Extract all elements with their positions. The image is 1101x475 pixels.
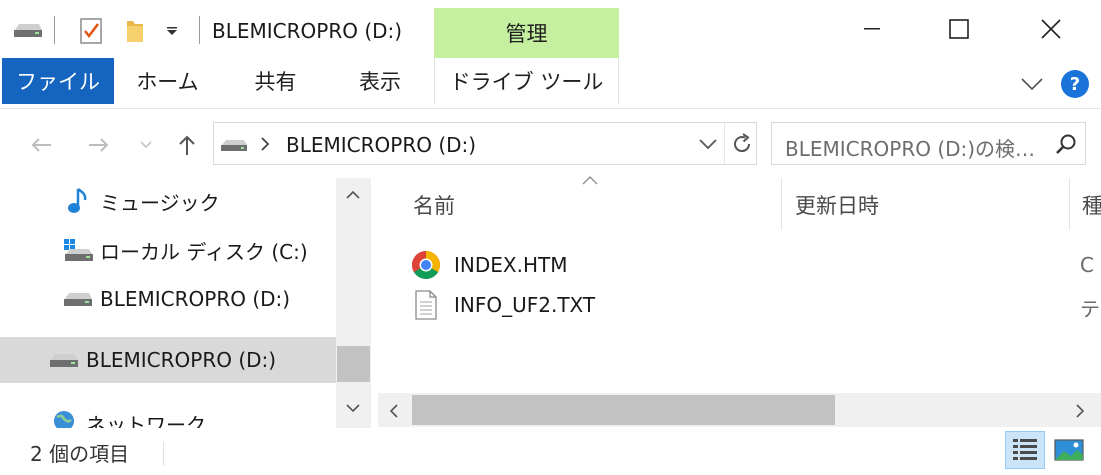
maximize-button[interactable] (913, 0, 1005, 58)
quick-access-separator (54, 16, 55, 44)
scrollbar-thumb[interactable] (337, 346, 370, 382)
expand-ribbon-button[interactable] (1016, 70, 1048, 98)
up-button[interactable] (174, 128, 200, 162)
chrome-icon (408, 248, 444, 282)
column-separator[interactable] (1069, 178, 1070, 230)
nav-item-label: ミュージック (100, 190, 220, 215)
arrow-up-icon (179, 135, 195, 155)
nav-item-network[interactable]: ネットワーク (0, 400, 336, 428)
folder-icon[interactable] (119, 16, 149, 46)
file-type-cell: C (1080, 253, 1094, 277)
navigation-pane: ミュージック ローカル ディスク (C:) BLEMICROPRO (D:) B… (0, 178, 372, 428)
title-separator (199, 16, 200, 44)
status-item-count: 2 個の項目 (30, 442, 130, 466)
file-name: INFO_UF2.TXT (454, 293, 596, 317)
drive-icon (62, 284, 94, 314)
address-divider (724, 123, 725, 164)
column-header-modified[interactable]: 更新日時 (795, 178, 1067, 232)
minimize-icon (864, 28, 880, 30)
tab-drive-tools[interactable]: ドライブ ツール (434, 58, 619, 104)
tab-manage[interactable]: 管理 (434, 8, 619, 58)
properties-check-icon[interactable] (76, 16, 106, 46)
maximize-icon (949, 19, 969, 39)
refresh-icon[interactable] (730, 132, 754, 156)
window-title: BLEMICROPRO (D:) (212, 19, 403, 43)
help-button[interactable]: ? (1061, 70, 1089, 98)
nav-item-label: ネットワーク (86, 412, 206, 429)
large-icons-view-button[interactable] (1049, 431, 1089, 469)
scrollbar-thumb[interactable] (412, 395, 835, 425)
drive-icon (48, 345, 80, 375)
tab-file[interactable]: ファイル (2, 58, 114, 104)
music-note-icon (62, 186, 94, 216)
column-header-name[interactable]: 名前 (413, 178, 779, 232)
ribbon-divider (0, 108, 1101, 109)
details-view-button[interactable] (1005, 431, 1045, 469)
drive-icon[interactable] (12, 16, 44, 44)
scroll-down-icon[interactable] (346, 404, 360, 413)
breadcrumb[interactable]: BLEMICROPRO (D:) (286, 133, 476, 157)
tab-share[interactable]: 共有 (238, 58, 313, 104)
address-history-chevron-icon[interactable] (699, 138, 717, 150)
text-file-icon (408, 288, 444, 322)
nav-item-music[interactable]: ミュージック (0, 178, 336, 224)
file-name: INDEX.HTM (454, 253, 568, 277)
navigation-scrollbar[interactable] (336, 178, 371, 428)
column-header-type[interactable]: 種 (1082, 178, 1101, 232)
file-row-info-uf2-txt[interactable]: INFO_UF2.TXT (408, 285, 1068, 325)
nav-item-blemicropro-d-selected[interactable]: BLEMICROPRO (D:) (0, 337, 336, 383)
ribbon-tabs: ファイル ホーム 共有 表示 ドライブ ツール (0, 58, 1101, 108)
scroll-up-icon[interactable] (346, 190, 360, 199)
drive-icon (221, 140, 247, 151)
address-bar[interactable]: BLEMICROPRO (D:) (213, 122, 757, 165)
scroll-left-icon[interactable] (389, 404, 398, 418)
large-icons-view-icon (1054, 439, 1084, 461)
scroll-right-icon[interactable] (1076, 404, 1085, 418)
search-icon[interactable] (1055, 132, 1079, 156)
file-type-cell: テ (1080, 297, 1100, 321)
close-icon (1041, 19, 1061, 39)
status-separator (163, 442, 164, 466)
nav-item-blemicropro-d[interactable]: BLEMICROPRO (D:) (0, 276, 336, 322)
minimize-button[interactable] (826, 0, 918, 58)
recent-locations-button[interactable] (136, 128, 156, 162)
content-horizontal-scrollbar[interactable] (378, 393, 1101, 427)
arrow-left-icon (31, 138, 51, 152)
tab-home[interactable]: ホーム (125, 58, 210, 104)
tab-view[interactable]: 表示 (340, 58, 420, 104)
nav-item-local-disk-c[interactable]: ローカル ディスク (C:) (0, 227, 336, 273)
title-bar: BLEMICROPRO (D:) 管理 (0, 0, 1101, 58)
close-button[interactable] (1005, 0, 1097, 58)
search-input[interactable]: BLEMICROPRO (D:)の検… (785, 133, 1035, 162)
windows-drive-icon (62, 235, 94, 265)
chevron-down-icon (1021, 78, 1043, 90)
details-view-icon (1013, 439, 1037, 460)
arrow-right-icon (89, 138, 109, 152)
customize-dropdown-icon[interactable] (160, 16, 184, 46)
back-button[interactable] (26, 128, 56, 162)
search-box[interactable]: BLEMICROPRO (D:)の検… (771, 122, 1086, 165)
nav-item-label: BLEMICROPRO (D:) (100, 287, 291, 311)
file-row-index-htm[interactable]: INDEX.HTM (408, 245, 1068, 285)
breadcrumb-chevron-icon[interactable] (260, 137, 270, 151)
column-separator[interactable] (781, 178, 782, 230)
nav-item-label: BLEMICROPRO (D:) (86, 348, 277, 372)
forward-button[interactable] (84, 128, 114, 162)
network-icon (48, 408, 80, 428)
chevron-down-icon (140, 141, 152, 149)
nav-item-label: ローカル ディスク (C:) (100, 239, 308, 264)
